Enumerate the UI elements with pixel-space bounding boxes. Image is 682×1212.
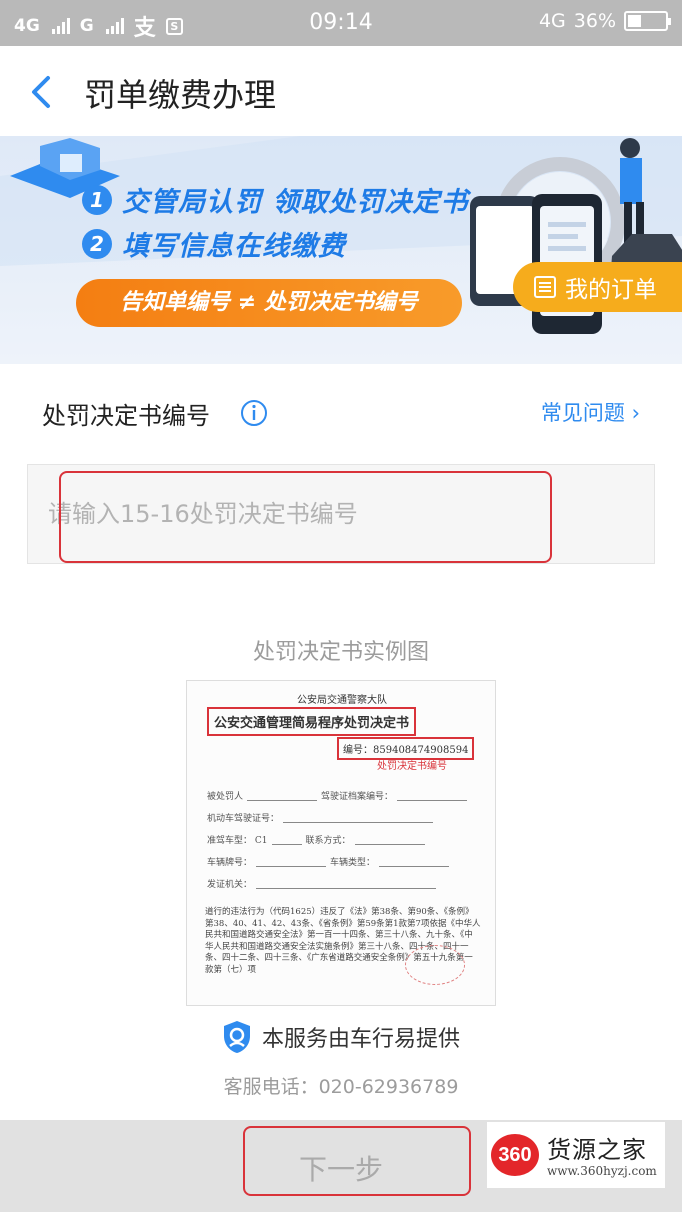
back-arrow-icon[interactable] <box>28 72 58 112</box>
battery-percent: 36% <box>573 10 616 32</box>
promo-banner: 1 交管局认罚 领取处罚决定书 2 填写信息在线缴费 告知单编号 ≠ 处罚决定书… <box>0 136 682 364</box>
watermark-url: www.360hyzj.com <box>547 1164 657 1178</box>
provider-logo-icon <box>223 1021 250 1053</box>
info-icon[interactable] <box>240 399 268 427</box>
step-2-number: 2 <box>82 228 112 259</box>
service-text: 本服务由车行易提供 <box>261 1027 460 1052</box>
doc-field-row: 被处罚人 驾驶证档案编号： <box>207 789 471 802</box>
decision-number-input[interactable] <box>48 493 638 535</box>
doc-field-row: 准驾车型： C1 联系方式： <box>207 833 429 846</box>
decision-number-label: 处罚决定书编号 <box>42 402 210 430</box>
watermark: 360 货源之家 www.360hyzj.com <box>487 1122 665 1188</box>
faq-link[interactable]: 常见问题 › <box>541 397 640 427</box>
watermark-name: 货源之家 <box>547 1136 647 1164</box>
status-right: 4G 36% <box>538 10 671 32</box>
status-bar: 4G G 支 S 09:14 4G 36% <box>0 0 682 46</box>
doc-number-note: 处罚决定书编号 <box>377 761 447 772</box>
number-notice-pill: 告知单编号 ≠ 处罚决定书编号 <box>76 279 462 327</box>
doc-field-row: 车辆牌号： 车辆类型： <box>207 855 453 868</box>
example-title: 处罚决定书实例图 <box>252 640 429 665</box>
banner-step-1: 1 交管局认罚 领取处罚决定书 <box>82 180 468 219</box>
chevron-right-icon: › <box>631 401 640 425</box>
step-1-text: 交管局认罚 领取处罚决定书 <box>122 187 469 218</box>
doc-field-row: 发证机关： <box>207 877 440 890</box>
hotline-text: 客服电话：020-62936789 <box>223 1076 459 1098</box>
order-list-icon <box>534 276 556 298</box>
bottom-bar: 下一步 360 货源之家 www.360hyzj.com <box>0 1120 682 1212</box>
network-label-right: 4G <box>538 10 566 32</box>
my-orders-label: 我的订单 <box>565 277 657 303</box>
battery-fill <box>628 15 641 27</box>
doc-field-row: 机动车驾驶证号： <box>207 811 437 824</box>
page-title: 罚单缴费办理 <box>84 76 277 114</box>
watermark-logo: 360 <box>491 1134 539 1176</box>
doc-stamp <box>405 945 465 985</box>
service-provider: 本服务由车行易提供 <box>0 1020 682 1054</box>
step-2-text: 填写信息在线缴费 <box>122 231 346 262</box>
step-1-number: 1 <box>82 184 112 215</box>
my-orders-button[interactable]: 我的订单 <box>513 262 682 312</box>
form-section: 处罚决定书编号 常见问题 › 处罚决定书实例图 公安局交通警察大队 公安交通管理… <box>0 364 682 1120</box>
banner-step-2: 2 填写信息在线缴费 <box>82 224 346 263</box>
doc-agency: 公安局交通警察大队 <box>297 695 387 706</box>
battery-icon <box>624 11 671 31</box>
sample-document-image: 公安局交通警察大队 公安交通管理简易程序处罚决定书 编号：85940847490… <box>186 680 496 1006</box>
nav-bar: 罚单缴费办理 <box>0 46 682 136</box>
doc-title: 公安交通管理简易程序处罚决定书 <box>207 707 417 736</box>
decision-number-field[interactable] <box>27 464 655 564</box>
faq-label: 常见问题 <box>540 401 625 425</box>
